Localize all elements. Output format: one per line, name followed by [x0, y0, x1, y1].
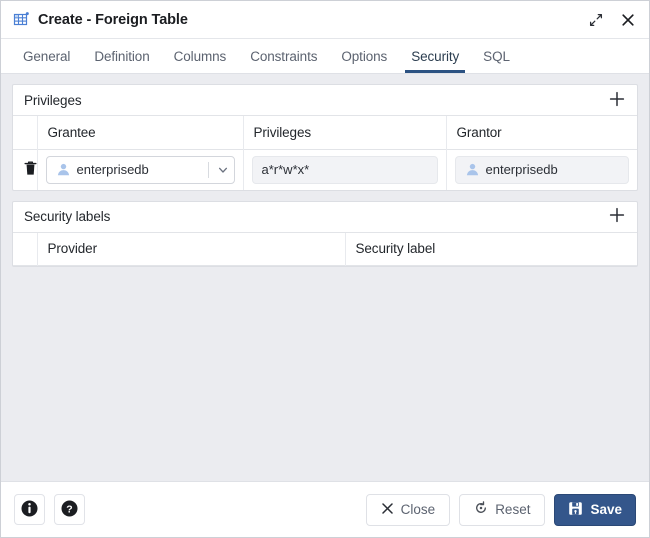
security-labels-header-row: Provider Security label	[13, 233, 637, 266]
grantee-value: enterprisedb	[77, 162, 149, 177]
info-circle-icon	[20, 499, 39, 521]
help-button[interactable]: ?	[54, 494, 85, 525]
table-row: enterprisedb	[13, 149, 637, 190]
reset-circular-arrow-icon	[474, 501, 488, 518]
help-circle-icon: ?	[60, 499, 79, 521]
reset-button[interactable]: Reset	[459, 494, 545, 526]
close-x-icon	[381, 502, 394, 518]
security-labels-provider-header: Provider	[37, 233, 345, 266]
privileges-grantee-cell: enterprisedb	[37, 149, 243, 190]
privileges-panel: Privileges Grantee	[12, 84, 638, 191]
privileges-value-field[interactable]: a*r*w*x*	[252, 156, 438, 184]
save-button[interactable]: Save	[554, 494, 636, 526]
dialog-title-group: Create - Foreign Table	[13, 11, 586, 28]
create-foreign-table-dialog: Create - Foreign Table General Definitio…	[0, 0, 650, 538]
add-security-label-button[interactable]	[606, 206, 628, 228]
close-button-label: Close	[401, 502, 436, 517]
expand-diagonal-icon[interactable]	[586, 10, 606, 30]
privileges-grantor-header: Grantor	[446, 116, 637, 149]
privileges-grantor-cell: enterprisedb	[446, 149, 637, 190]
security-tab-panel: Privileges Grantee	[1, 74, 649, 481]
info-button[interactable]	[14, 494, 45, 525]
security-labels-panel-header: Security labels	[13, 202, 637, 233]
grantee-value-group: enterprisedb	[56, 162, 206, 177]
user-icon	[56, 162, 71, 177]
dialog-titlebar: Create - Foreign Table	[1, 1, 649, 39]
tab-columns[interactable]: Columns	[162, 39, 239, 73]
security-labels-panel-title: Security labels	[24, 209, 110, 224]
dialog-title: Create - Foreign Table	[38, 12, 188, 28]
privileges-header-row: Grantee Privileges Grantor	[13, 116, 637, 149]
privileges-privileges-cell: a*r*w*x*	[243, 149, 446, 190]
tab-security[interactable]: Security	[399, 39, 471, 73]
grantor-value: enterprisedb	[486, 162, 558, 177]
trash-icon	[24, 161, 37, 179]
save-button-label: Save	[590, 502, 622, 517]
tab-options[interactable]: Options	[329, 39, 399, 73]
foreign-table-icon	[13, 11, 30, 28]
tab-constraints[interactable]: Constraints	[238, 39, 329, 73]
add-privilege-button[interactable]	[606, 89, 628, 111]
select-separator	[208, 162, 209, 178]
security-labels-delete-column-header	[13, 233, 37, 266]
floppy-disk-icon	[568, 501, 583, 519]
user-icon	[465, 162, 480, 177]
security-labels-grid: Provider Security label	[13, 233, 637, 267]
tab-sql[interactable]: SQL	[471, 39, 522, 73]
delete-row-button[interactable]	[21, 160, 39, 180]
plus-icon	[609, 207, 625, 226]
reset-button-label: Reset	[495, 502, 530, 517]
svg-text:?: ?	[66, 503, 72, 515]
privileges-value: a*r*w*x*	[262, 162, 310, 177]
privileges-grantee-header: Grantee	[37, 116, 243, 149]
privileges-delete-column-header	[13, 116, 37, 149]
grantee-select[interactable]: enterprisedb	[46, 156, 235, 184]
security-labels-label-header: Security label	[345, 233, 637, 266]
dialog-tabbar: General Definition Columns Constraints O…	[1, 39, 649, 74]
security-labels-panel: Security labels Provider	[12, 201, 638, 268]
close-button[interactable]: Close	[366, 494, 451, 526]
grantor-value-field: enterprisedb	[455, 156, 630, 184]
privileges-grid: Grantee Privileges Grantor	[13, 116, 637, 190]
privileges-privileges-header: Privileges	[243, 116, 446, 149]
titlebar-actions	[586, 10, 638, 30]
close-x-icon[interactable]	[618, 10, 638, 30]
tab-definition[interactable]: Definition	[82, 39, 161, 73]
dialog-footer: ? Close Reset	[1, 481, 649, 537]
privileges-panel-header: Privileges	[13, 85, 637, 116]
chevron-down-icon[interactable]	[214, 161, 232, 179]
tab-general[interactable]: General	[11, 39, 82, 73]
privileges-panel-title: Privileges	[24, 93, 82, 108]
privileges-delete-cell	[13, 149, 37, 190]
plus-icon	[609, 91, 625, 110]
